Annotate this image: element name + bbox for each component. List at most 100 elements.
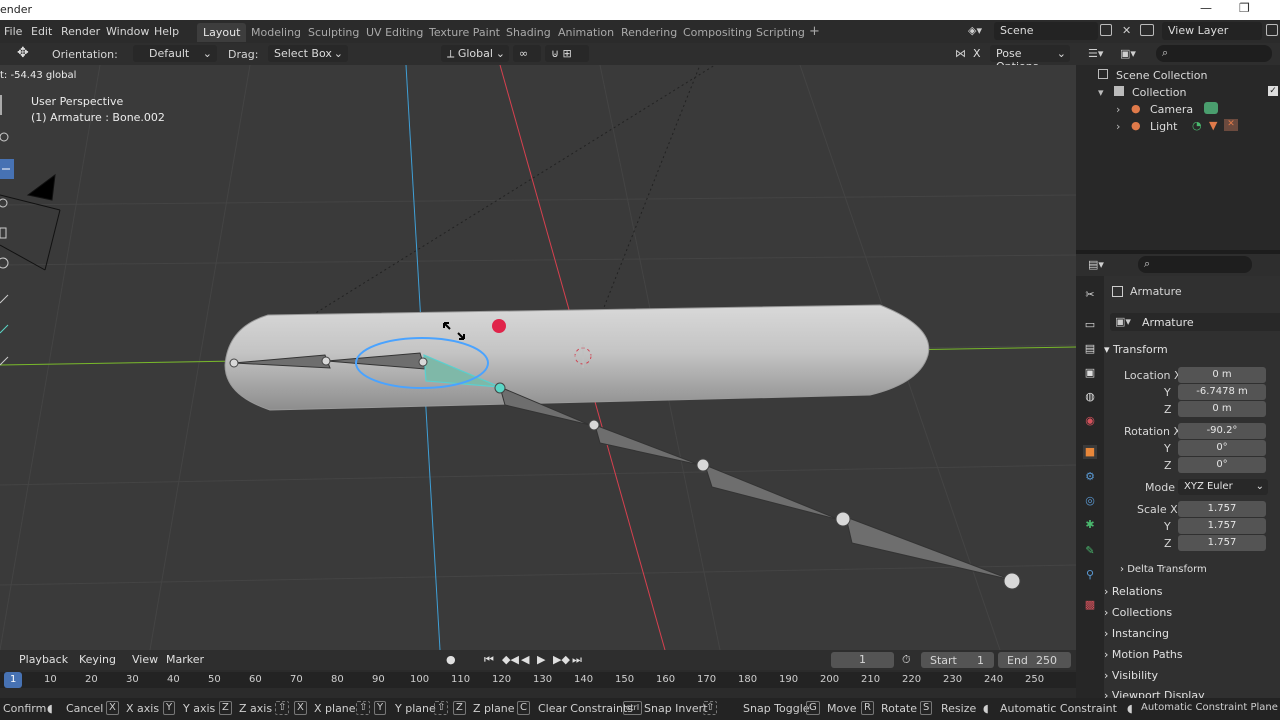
- minimize-button[interactable]: —: [1200, 1, 1212, 15]
- rotate-tool-icon[interactable]: [0, 193, 14, 213]
- transform-tool-icon[interactable]: [0, 253, 14, 273]
- drag-dropdown[interactable]: Select Box ⌄: [268, 45, 348, 62]
- new-scene-icon[interactable]: [1100, 24, 1112, 36]
- delta-transform-section[interactable]: › Delta Transform: [1120, 564, 1207, 575]
- transform-orientation-dropdown[interactable]: ⟂ Global ⌄: [441, 45, 509, 62]
- tab-sculpting[interactable]: Sculpting: [302, 23, 365, 42]
- frame-ruler[interactable]: 1 10 20 30 40 50 60 70 80 90 100 110 120…: [0, 672, 1076, 688]
- next-keyframe-icon[interactable]: ▶◆: [553, 653, 570, 666]
- pose-options-dropdown[interactable]: Pose Options ⌄: [990, 45, 1070, 73]
- outliner-row-light[interactable]: › ● Light ◔ ▼ ✕: [1076, 118, 1280, 135]
- tool-tab-icon[interactable]: ✂: [1083, 288, 1097, 302]
- armature-data-tab-icon[interactable]: ✎: [1083, 544, 1097, 558]
- jump-end-icon[interactable]: ⏭: [572, 653, 582, 667]
- location-z-field[interactable]: 0 m: [1178, 401, 1266, 417]
- view-layer-icon[interactable]: [1140, 24, 1154, 36]
- outliner-search-input[interactable]: ⌕: [1156, 45, 1272, 62]
- tab-scripting[interactable]: Scripting: [750, 23, 811, 42]
- outliner-row-collection[interactable]: ▾ Collection ✓: [1076, 84, 1280, 101]
- instancing-section[interactable]: › Instancing: [1104, 627, 1169, 640]
- scene-selector-icon[interactable]: ◈▾: [968, 24, 988, 39]
- scale-tool-icon[interactable]: [0, 223, 14, 243]
- view-layer-tab-icon[interactable]: ▣: [1083, 366, 1097, 380]
- tab-compositing[interactable]: Compositing: [677, 23, 758, 42]
- prev-keyframe-icon[interactable]: ◆◀: [502, 653, 519, 666]
- rotation-z-field[interactable]: 0°: [1178, 457, 1266, 473]
- annotate-tool-icon[interactable]: [0, 289, 14, 309]
- move-tool-icon[interactable]: [0, 159, 14, 179]
- menu-edit[interactable]: Edit: [31, 25, 52, 38]
- preview-range-icon[interactable]: ⏱: [902, 653, 911, 667]
- pivot-point-dropdown[interactable]: ∞: [513, 45, 541, 62]
- add-workspace-button[interactable]: +: [803, 21, 826, 40]
- tab-layout[interactable]: Layout: [197, 23, 247, 42]
- location-x-field[interactable]: 0 m: [1178, 367, 1266, 383]
- current-frame-field[interactable]: 1: [831, 652, 894, 668]
- snapping-dropdown[interactable]: ⊍ ⊞: [545, 45, 589, 62]
- view-layer-field[interactable]: View Layer: [1162, 22, 1262, 40]
- start-frame-field[interactable]: Start 1: [921, 652, 994, 668]
- delete-scene-icon[interactable]: ✕: [1122, 24, 1131, 37]
- new-view-layer-icon[interactable]: [1266, 24, 1278, 36]
- scale-z-field[interactable]: 1.757: [1178, 535, 1266, 551]
- tab-texture-paint[interactable]: Texture Paint: [423, 23, 506, 42]
- view-menu[interactable]: View: [132, 653, 158, 666]
- outliner-row-scene-collection[interactable]: Scene Collection: [1076, 67, 1280, 84]
- datablock-field[interactable]: ▣▾ Armature: [1110, 313, 1280, 331]
- rotation-x-field[interactable]: -90.2°: [1178, 423, 1266, 439]
- jump-start-icon[interactable]: ⏮: [484, 653, 494, 667]
- rotation-mode-dropdown[interactable]: XYZ Euler ⌄: [1178, 479, 1268, 495]
- object-tab-icon[interactable]: ■: [1083, 445, 1097, 459]
- rotation-y-field[interactable]: 0°: [1178, 440, 1266, 456]
- end-frame-field[interactable]: End 250: [998, 652, 1071, 668]
- bone-roll-tool-icon[interactable]: [0, 351, 14, 371]
- bone-tab-icon[interactable]: ⚲: [1083, 568, 1097, 582]
- 3d-viewport[interactable]: t: -54.43 global User Perspective (1) Ar…: [0, 65, 1076, 650]
- scale-x-field[interactable]: 1.757: [1178, 501, 1266, 517]
- editor-type-icon[interactable]: ▤▾: [1088, 258, 1104, 271]
- texture-tab-icon[interactable]: ▩: [1083, 598, 1097, 612]
- menu-render[interactable]: Render: [61, 25, 100, 38]
- location-y-field[interactable]: -6.7478 m: [1178, 384, 1266, 400]
- relations-section[interactable]: › Relations: [1104, 585, 1162, 598]
- world-tab-icon[interactable]: ◉: [1083, 414, 1097, 428]
- scale-y-field[interactable]: 1.757: [1178, 518, 1266, 534]
- properties-search-input[interactable]: ⌕: [1138, 256, 1252, 273]
- marker-menu[interactable]: Marker: [166, 653, 204, 666]
- x-mirror-toggle[interactable]: X: [973, 47, 981, 60]
- output-tab-icon[interactable]: ▤: [1083, 342, 1097, 356]
- physics-tab-icon[interactable]: ✱: [1083, 518, 1097, 532]
- record-icon[interactable]: ●: [446, 653, 456, 666]
- measure-tool-icon[interactable]: [0, 319, 14, 339]
- editor-type-icon[interactable]: ☰▾: [1088, 47, 1103, 60]
- viewport-display-section[interactable]: › Viewport Display: [1104, 689, 1205, 698]
- checkbox-icon[interactable]: ✓: [1268, 86, 1278, 96]
- tab-animation[interactable]: Animation: [552, 23, 620, 42]
- visibility-section[interactable]: › Visibility: [1104, 669, 1158, 682]
- modifier-tab-icon[interactable]: ⚙: [1083, 470, 1097, 484]
- tab-rendering[interactable]: Rendering: [615, 23, 683, 42]
- keying-menu[interactable]: Keying: [79, 653, 116, 666]
- orientation-dropdown[interactable]: Default ⌄: [133, 45, 217, 62]
- play-reverse-icon[interactable]: ◀: [521, 653, 529, 666]
- play-icon[interactable]: ▶: [537, 653, 545, 666]
- transform-gizmo-icon[interactable]: ✥: [17, 45, 29, 61]
- collections-section[interactable]: › Collections: [1104, 606, 1172, 619]
- playback-menu[interactable]: Playback: [19, 653, 68, 666]
- outliner-row-camera[interactable]: › ● Camera: [1076, 101, 1280, 118]
- scene-tab-icon[interactable]: ◍: [1083, 390, 1097, 404]
- tab-uv-editing[interactable]: UV Editing: [360, 23, 429, 42]
- select-tool-icon[interactable]: [0, 95, 14, 115]
- render-tab-icon[interactable]: ▭: [1083, 318, 1097, 332]
- tab-shading[interactable]: Shading: [500, 23, 557, 42]
- menu-window[interactable]: Window: [106, 25, 149, 38]
- particles-tab-icon[interactable]: ◎: [1083, 494, 1097, 508]
- expand-arrow-icon[interactable]: ›: [1116, 103, 1120, 116]
- cursor-tool-icon[interactable]: [0, 127, 14, 147]
- x-mirror-icon[interactable]: ⋈: [955, 47, 966, 60]
- transform-section[interactable]: ▾ Transform: [1104, 343, 1168, 356]
- menu-help[interactable]: Help: [154, 25, 179, 38]
- maximize-button[interactable]: ❐: [1239, 1, 1250, 15]
- motion-paths-section[interactable]: › Motion Paths: [1104, 648, 1183, 661]
- expand-arrow-icon[interactable]: ▾: [1098, 86, 1104, 99]
